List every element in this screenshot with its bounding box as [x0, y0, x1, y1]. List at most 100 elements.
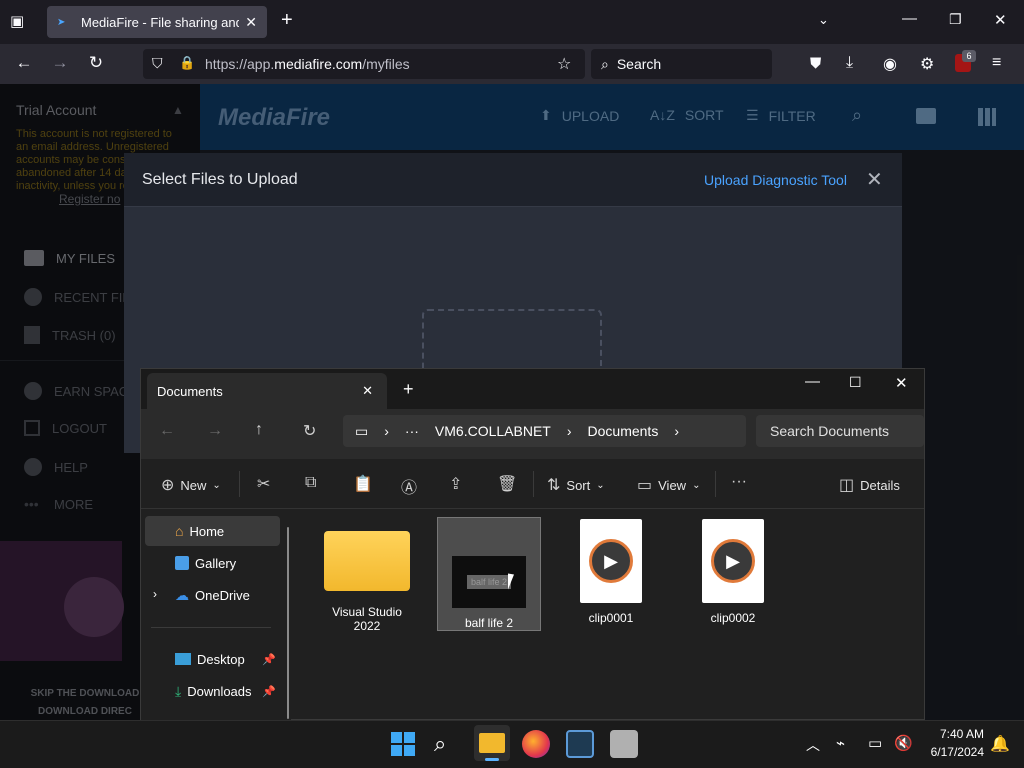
more-dots-icon[interactable]: ···: [405, 423, 419, 439]
copy-icon[interactable]: ⧉: [305, 474, 316, 492]
sort-icon: ⇅: [547, 477, 561, 494]
minimize-window-button[interactable]: —: [805, 373, 820, 390]
taskbar-video-editor[interactable]: [566, 730, 594, 758]
search-icon: ⌕: [601, 55, 609, 72]
view-icon: ▭: [637, 477, 653, 494]
windows-logo-icon: [391, 732, 402, 743]
upload-diagnostic-link[interactable]: Upload Diagnostic Tool: [704, 172, 847, 188]
paste-icon[interactable]: 📋: [353, 474, 373, 494]
minimize-window-button[interactable]: —: [902, 10, 917, 27]
share-icon[interactable]: ⇪: [449, 474, 462, 494]
search-icon[interactable]: ⌕: [434, 731, 446, 757]
list-all-tabs-icon[interactable]: ⌄: [818, 12, 829, 28]
lock-icon[interactable]: 🔒: [179, 55, 195, 71]
browser-search-bar[interactable]: ⌕ Search: [591, 49, 772, 79]
taskbar-app[interactable]: [610, 730, 638, 758]
nav-item-onedrive[interactable]: › ☁ OneDrive: [145, 580, 280, 610]
taskbar-file-explorer[interactable]: [474, 725, 510, 761]
thumbnail-text: balf life 2: [466, 575, 512, 589]
clock-date[interactable]: 6/17/2024: [918, 745, 984, 759]
forward-button[interactable]: →: [46, 53, 74, 73]
new-button[interactable]: ⊕ New ⌄: [161, 475, 221, 495]
chevron-right-icon[interactable]: ›: [153, 587, 157, 601]
nav-item-label: Gallery: [195, 555, 237, 571]
file-explorer-window: Documents ✕ + — ☐ ✕ ← → ↑ ↻ ▭ › ··· VM6.…: [140, 368, 925, 720]
chevron-right-icon: ›: [384, 423, 389, 439]
cloud-icon: ☁: [175, 586, 189, 603]
speaker-muted-icon[interactable]: 🔇: [894, 734, 913, 752]
clock-time[interactable]: 7:40 AM: [918, 727, 984, 741]
explorer-tab-documents[interactable]: Documents ✕: [147, 373, 387, 409]
nav-scrollbar[interactable]: [287, 527, 289, 719]
desktop-icon: [175, 653, 191, 665]
more-options-icon[interactable]: ···: [731, 473, 747, 491]
extension-badge: 6: [962, 50, 976, 62]
shield-icon[interactable]: ⛉: [152, 55, 163, 72]
nav-item-label: OneDrive: [195, 587, 250, 603]
back-button[interactable]: ←: [10, 53, 38, 73]
chevron-right-icon: ›: [566, 423, 572, 439]
downloads-icon[interactable]: ⤓: [846, 54, 853, 72]
up-icon[interactable]: ↑: [255, 421, 263, 439]
tab-list-icon[interactable]: ▣: [10, 12, 24, 30]
pin-icon[interactable]: 📌: [262, 653, 276, 666]
file-item-selected[interactable]: balf life 2 balf life 2: [437, 517, 541, 631]
file-explorer-icon: [479, 733, 505, 753]
details-pane-icon: ◫: [839, 477, 855, 494]
network-off-icon[interactable]: ⌁: [836, 734, 845, 752]
breadcrumb-item-documents[interactable]: Documents: [588, 423, 659, 439]
chevron-down-icon: ⌄: [692, 479, 701, 491]
details-button[interactable]: ◫ Details: [839, 475, 900, 495]
rename-icon[interactable]: Ⓐ: [401, 474, 417, 498]
nav-item-downloads[interactable]: ⤓ Downloads 📌: [145, 676, 280, 706]
close-icon[interactable]: ✕: [362, 383, 373, 399]
breadcrumb[interactable]: ▭ › ··· VM6.COLLABNET › Documents ›: [343, 415, 746, 447]
maximize-window-button[interactable]: ☐: [849, 374, 862, 391]
view-button[interactable]: ▭ View ⌄: [637, 475, 700, 495]
url-bar[interactable]: ⛉ 🔒 https://app.mediafire.com/myfiles ☆: [143, 49, 585, 79]
taskbar-firefox[interactable]: [522, 730, 550, 758]
explorer-search-input[interactable]: Search Documents: [756, 415, 924, 447]
breadcrumb-item-computer[interactable]: VM6.COLLABNET: [435, 423, 551, 439]
delete-icon[interactable]: 🗑: [497, 474, 517, 494]
cut-icon[interactable]: ✂: [257, 474, 270, 494]
start-button[interactable]: [389, 730, 417, 758]
explorer-tab-bar: Documents ✕ + — ☐ ✕: [141, 369, 924, 409]
monitor-icon[interactable]: ▭: [868, 734, 882, 752]
nav-item-home[interactable]: ⌂ Home: [145, 516, 280, 546]
pin-icon[interactable]: 📌: [262, 685, 276, 698]
file-item-video[interactable]: ▶ clip0002: [681, 519, 785, 633]
close-icon[interactable]: ✕: [866, 167, 883, 192]
play-icon: ▶: [711, 539, 755, 583]
browser-tab-mediafire[interactable]: ➤ MediaFire - File sharing and sto ✕: [47, 6, 267, 38]
nav-item-desktop[interactable]: Desktop 📌: [145, 644, 280, 674]
restore-window-button[interactable]: ❐: [949, 11, 962, 28]
nav-item-label: Downloads: [187, 683, 252, 699]
show-hidden-icons-icon[interactable]: ︿: [806, 735, 820, 755]
mouse-cursor: [508, 573, 514, 591]
download-icon: ⤓: [175, 682, 182, 699]
account-icon[interactable]: ◉: [883, 54, 897, 74]
back-icon[interactable]: ←: [159, 422, 175, 440]
pocket-icon[interactable]: ⛊: [810, 55, 821, 72]
notification-bell-icon[interactable]: 🔔: [990, 734, 1010, 754]
new-tab-button[interactable]: +: [281, 9, 293, 32]
close-window-button[interactable]: ✕: [895, 374, 908, 392]
file-item-folder[interactable]: Visual Studio 2022: [315, 519, 419, 633]
browser-tab-bar: ▣ ➤ MediaFire - File sharing and sto ✕ +…: [0, 0, 1024, 44]
forward-icon[interactable]: →: [207, 422, 223, 440]
tab-close-icon[interactable]: ✕: [245, 14, 257, 31]
extensions-icon[interactable]: ⚙: [920, 54, 934, 74]
close-window-button[interactable]: ✕: [994, 11, 1007, 29]
menu-icon[interactable]: ≡: [992, 54, 1001, 72]
refresh-icon[interactable]: ↻: [303, 421, 316, 441]
bookmark-star-icon[interactable]: ☆: [557, 54, 571, 74]
new-tab-button[interactable]: +: [403, 379, 414, 400]
sort-button[interactable]: ⇅ Sort ⌄: [547, 475, 605, 495]
reload-button[interactable]: ↻: [82, 53, 110, 73]
url-text: https://app.mediafire.com/myfiles: [205, 56, 410, 72]
mediafire-favicon-icon: ➤: [57, 17, 66, 28]
file-item-video[interactable]: ▶ clip0001: [559, 519, 663, 633]
explorer-command-bar: ⊕ New ⌄ ✂ ⧉ 📋 Ⓐ ⇪ 🗑 ⇅ Sort ⌄ ▭ View ⌄ ··· ◫ Det…: [141, 459, 924, 509]
nav-item-gallery[interactable]: Gallery: [145, 548, 280, 578]
